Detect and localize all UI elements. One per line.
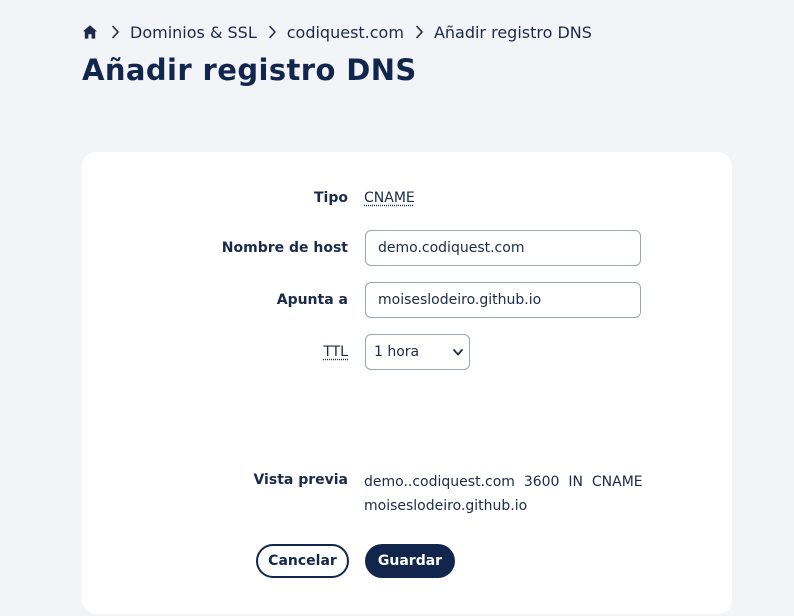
save-button[interactable]: Guardar — [365, 544, 455, 578]
hostname-input[interactable] — [365, 230, 641, 266]
chevron-right-icon — [111, 25, 120, 39]
breadcrumb-link-domain[interactable]: codiquest.com — [287, 23, 404, 42]
dns-record-form: Tipo Nombre de host Apunta a TTL Vista p… — [82, 152, 732, 614]
preview-type: CNAME — [591, 474, 643, 490]
cancel-button[interactable]: Cancelar — [256, 544, 349, 578]
chevron-right-icon — [268, 25, 277, 39]
type-value: CNAME — [364, 190, 415, 206]
ttl-select-value: 1 hora — [374, 344, 420, 360]
preview-target: moiseslodeiro.github.io — [364, 498, 528, 514]
record-preview: demo..codiquest.com 3600 IN CNAME moises… — [364, 470, 664, 518]
ttl-label: TTL — [148, 344, 348, 360]
chevron-right-icon — [415, 25, 424, 39]
home-icon[interactable] — [82, 23, 100, 41]
type-label: Tipo — [314, 190, 348, 206]
preview-host: demo..codiquest.com — [364, 474, 515, 490]
chevron-down-icon — [453, 348, 463, 356]
breadcrumb-current: Añadir registro DNS — [433, 22, 592, 42]
points-to-input[interactable] — [365, 282, 641, 318]
hostname-label: Nombre de host — [221, 240, 348, 256]
page-title: Añadir registro DNS — [82, 53, 417, 87]
ttl-select[interactable]: 1 hora — [365, 334, 470, 370]
points-to-label: Apunta a — [276, 292, 348, 308]
type-value-abbr: CNAME — [364, 190, 415, 206]
preview-ttl: 3600 — [523, 474, 560, 490]
breadcrumb-link-domains[interactable]: Dominios & SSL — [130, 23, 257, 42]
preview-class: IN — [568, 474, 583, 490]
preview-label: Vista previa — [253, 472, 348, 488]
ttl-abbr: TTL — [323, 344, 348, 360]
breadcrumb: Dominios & SSL codiquest.com Añadir regi… — [82, 20, 592, 44]
